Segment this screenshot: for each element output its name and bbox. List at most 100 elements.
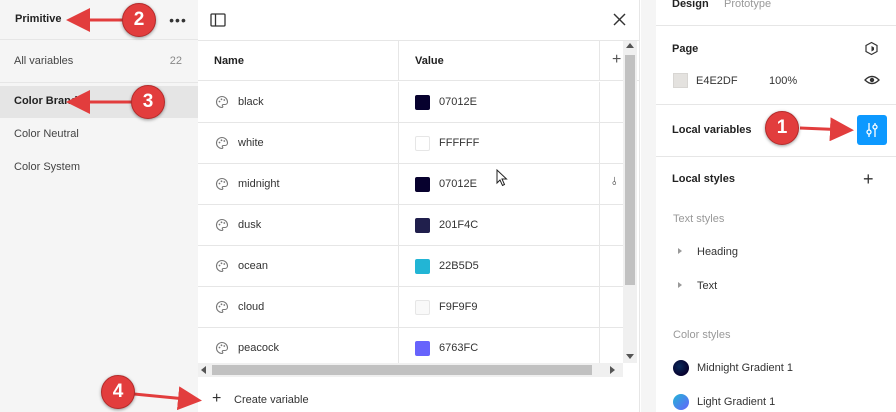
tab-design[interactable]: Design bbox=[672, 0, 709, 10]
variable-name[interactable]: black bbox=[238, 96, 264, 108]
vertical-scrollbar[interactable] bbox=[623, 41, 637, 363]
color-swatch[interactable] bbox=[415, 177, 430, 192]
group-item-label: Color Neutral bbox=[14, 128, 79, 140]
variable-value[interactable]: 07012E bbox=[439, 178, 477, 190]
scroll-up-icon[interactable] bbox=[626, 43, 634, 48]
color-styles-heading: Color styles bbox=[673, 329, 731, 341]
eye-icon[interactable] bbox=[864, 74, 880, 86]
plus-icon: + bbox=[212, 390, 222, 407]
more-options-icon[interactable]: ••• bbox=[167, 10, 189, 30]
all-variables-label: All variables bbox=[14, 55, 74, 67]
tab-prototype[interactable]: Prototype bbox=[724, 0, 771, 10]
column-divider bbox=[398, 164, 399, 204]
link-variable-icon[interactable]: ⫰ bbox=[612, 176, 617, 189]
variable-name[interactable]: peacock bbox=[238, 342, 279, 354]
column-divider bbox=[398, 123, 399, 163]
color-swatch[interactable] bbox=[415, 300, 430, 315]
variable-value[interactable]: FFFFFF bbox=[439, 137, 479, 149]
collections-panel: Primitive ••• All variables 22 Color Bra… bbox=[0, 0, 198, 412]
scroll-thumb[interactable] bbox=[625, 55, 635, 285]
collection-title[interactable]: Primitive bbox=[15, 13, 61, 25]
scroll-down-icon[interactable] bbox=[626, 354, 634, 359]
color-swatch bbox=[673, 394, 689, 410]
divider bbox=[656, 104, 896, 105]
color-variable-icon bbox=[216, 341, 229, 355]
column-divider bbox=[599, 246, 600, 286]
color-style-midnight-gradient[interactable]: Midnight Gradient 1 bbox=[673, 359, 883, 379]
divider bbox=[656, 25, 896, 26]
page-color-hex[interactable]: E4E2DF bbox=[696, 75, 738, 87]
caret-right-icon[interactable] bbox=[678, 248, 682, 254]
create-variable-button[interactable]: + Create variable bbox=[212, 390, 372, 410]
annotation-badge-3: 3 bbox=[131, 85, 165, 119]
table-row[interactable]: midnight 07012E ⫰ bbox=[198, 164, 623, 205]
variable-value[interactable]: 07012E bbox=[439, 96, 477, 108]
page-section-title: Page bbox=[672, 43, 699, 55]
table-row[interactable]: dusk 201F4C bbox=[198, 205, 623, 246]
open-variables-button[interactable] bbox=[857, 115, 887, 145]
annotation-badge-1: 1 bbox=[765, 111, 799, 145]
color-style-label: Midnight Gradient 1 bbox=[697, 362, 793, 374]
mouse-cursor-icon bbox=[496, 169, 508, 187]
variable-value[interactable]: F9F9F9 bbox=[439, 301, 478, 313]
group-item-color-system[interactable]: Color System bbox=[0, 152, 198, 184]
page-color-swatch[interactable] bbox=[673, 73, 688, 88]
local-styles-title: Local styles bbox=[672, 173, 735, 185]
scroll-left-icon[interactable] bbox=[201, 366, 206, 374]
page-color-opacity[interactable]: 100% bbox=[769, 75, 797, 87]
color-swatch[interactable] bbox=[415, 95, 430, 110]
text-style-label: Text bbox=[697, 280, 718, 292]
table-row[interactable]: black 07012E bbox=[198, 82, 623, 123]
add-mode-button[interactable]: + bbox=[612, 52, 621, 68]
close-icon[interactable] bbox=[613, 13, 626, 26]
table-row[interactable]: white FFFFFF bbox=[198, 123, 623, 164]
annotation-badge-4: 4 bbox=[101, 375, 135, 409]
column-divider bbox=[398, 41, 399, 80]
sidebar-toggle-icon[interactable] bbox=[210, 12, 226, 28]
table-header: Name Value + bbox=[198, 40, 640, 81]
text-style-text[interactable]: Text bbox=[673, 277, 873, 297]
scroll-right-icon[interactable] bbox=[610, 366, 615, 374]
group-item-color-brand[interactable]: Color Brand bbox=[0, 86, 198, 118]
color-variable-icon bbox=[216, 136, 229, 150]
color-swatch[interactable] bbox=[415, 136, 430, 151]
variable-name[interactable]: white bbox=[238, 137, 264, 149]
horizontal-scrollbar[interactable] bbox=[198, 363, 623, 377]
design-panel: Design Prototype Page E4E2DF 100% Local … bbox=[656, 0, 896, 412]
color-style-label: Light Gradient 1 bbox=[697, 396, 776, 408]
variable-name[interactable]: dusk bbox=[238, 219, 261, 231]
divider bbox=[0, 82, 198, 83]
group-item-color-neutral[interactable]: Color Neutral bbox=[0, 119, 198, 151]
color-variable-icon bbox=[216, 300, 229, 314]
variable-name[interactable]: ocean bbox=[238, 260, 268, 272]
scroll-thumb[interactable] bbox=[212, 365, 592, 375]
color-swatch[interactable] bbox=[415, 341, 430, 356]
create-variable-label: Create variable bbox=[234, 394, 309, 406]
table-row[interactable]: ocean 22B5D5 bbox=[198, 246, 623, 287]
text-style-label: Heading bbox=[697, 246, 738, 258]
color-style-light-gradient[interactable]: Light Gradient 1 bbox=[673, 393, 883, 412]
column-divider bbox=[599, 328, 600, 368]
variable-value[interactable]: 201F4C bbox=[439, 219, 478, 231]
all-variables-item[interactable]: All variables 22 bbox=[0, 50, 198, 74]
column-divider bbox=[599, 123, 600, 163]
column-divider bbox=[398, 328, 399, 368]
page-library-icon[interactable] bbox=[864, 41, 879, 56]
color-variable-icon bbox=[216, 259, 229, 273]
column-divider bbox=[398, 287, 399, 327]
variable-value[interactable]: 6763FC bbox=[439, 342, 478, 354]
color-variable-icon bbox=[216, 95, 229, 109]
color-swatch[interactable] bbox=[415, 259, 430, 274]
variable-name[interactable]: cloud bbox=[238, 301, 264, 313]
caret-right-icon[interactable] bbox=[678, 282, 682, 288]
add-style-button[interactable]: + bbox=[863, 170, 874, 188]
color-variable-icon bbox=[216, 218, 229, 232]
table-row[interactable]: cloud F9F9F9 bbox=[198, 287, 623, 328]
variable-value[interactable]: 22B5D5 bbox=[439, 260, 479, 272]
color-variable-icon bbox=[216, 177, 229, 191]
variable-name[interactable]: midnight bbox=[238, 178, 280, 190]
text-style-heading[interactable]: Heading bbox=[673, 243, 873, 263]
column-header-name: Name bbox=[214, 55, 244, 67]
color-swatch[interactable] bbox=[415, 218, 430, 233]
divider bbox=[656, 156, 896, 157]
